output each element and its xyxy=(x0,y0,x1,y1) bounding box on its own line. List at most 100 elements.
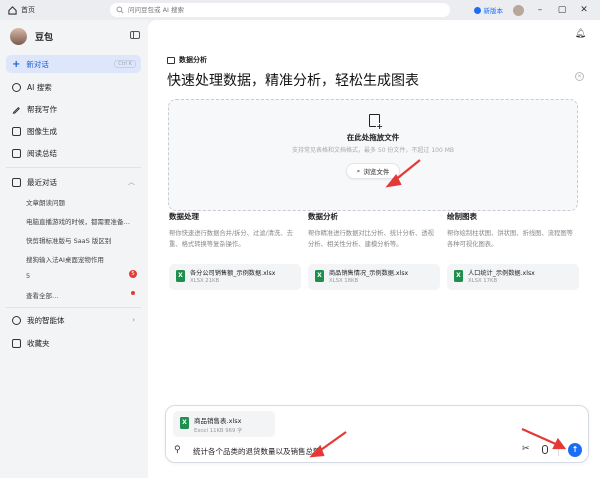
divider xyxy=(6,167,141,168)
sample-file-card[interactable]: X 人口统计_示例数据.xlsx XLSX 17KB xyxy=(447,264,579,290)
brand: 豆包 xyxy=(10,28,53,45)
new-chat-label: 新对话 xyxy=(26,59,49,69)
search-icon xyxy=(12,82,21,92)
sample-file-meta: XLSX 17KB xyxy=(468,278,498,284)
page-title: 快速处理数据，精准分析，轻松生成图表 xyxy=(167,73,419,89)
sidebar-item-my-agents[interactable]: 我的智能体 › xyxy=(6,311,141,329)
feature-desc: 帮你快速进行数据合并/拆分、过滤/清洗、去重、格式转换等复杂操作。 xyxy=(169,230,293,248)
message-composer: X 商品销售表.xlsx Excel 11KB 969 字 ⚲ 统计各个品类的退… xyxy=(165,405,589,463)
notification-dot xyxy=(131,291,135,295)
sidebar: 豆包 + 新对话 Ctrl K AI 搜索 帮我写作 图像生成 阅读总结 最近对… xyxy=(0,20,148,478)
section-label: 数据分析 xyxy=(167,55,207,65)
recent-chats-header[interactable]: 最近对话 ︿ xyxy=(6,173,141,191)
sidebar-item-label: AI 搜索 xyxy=(27,82,52,92)
upload-file-icon xyxy=(369,114,383,131)
sample-file-meta: XLSX 21KB xyxy=(190,278,220,284)
shortcut-hint: Ctrl K xyxy=(114,60,136,68)
new-version-button[interactable]: 新版本 xyxy=(473,5,504,15)
attached-file-name: 商品销售表.xlsx xyxy=(194,417,242,425)
divider xyxy=(6,307,141,308)
chat-bubble-icon xyxy=(12,177,21,187)
attach-icon[interactable]: ⚲ xyxy=(174,445,181,455)
sidebar-item-writing[interactable]: 帮我写作 xyxy=(6,100,141,118)
excel-icon: X xyxy=(180,417,189,429)
sidebar-item-label: 帮我写作 xyxy=(27,104,57,114)
chart-icon xyxy=(167,56,175,64)
maximize-icon[interactable]: ▢ xyxy=(556,5,568,15)
scissors-icon[interactable]: ✂ xyxy=(522,444,530,454)
chevron-up-icon: ︿ xyxy=(128,178,135,186)
sidebar-item-label: 我的智能体 xyxy=(27,315,65,325)
sidebar-item-label: 收藏夹 xyxy=(27,338,50,348)
excel-icon: X xyxy=(315,270,324,282)
brand-name: 豆包 xyxy=(35,33,54,43)
sample-file-meta: XLSX 18KB xyxy=(329,278,359,284)
feature-title: 数据分析 xyxy=(308,212,338,221)
feature-title: 数据处理 xyxy=(169,212,199,221)
feature-column: 数据分析 帮你精准进行数据对比分析、统计分析、透视分析、相关性分析、建模分析等。 xyxy=(308,211,440,250)
dropzone-title: 在此处拖放文件 xyxy=(346,133,400,142)
excel-icon: X xyxy=(176,270,185,282)
history-item[interactable]: 快剪辑标准版与 SaaS 版区别 xyxy=(26,235,138,245)
sidebar-item-label: 阅读总结 xyxy=(27,148,57,158)
browse-files-label: 浏览文件 xyxy=(363,168,390,176)
doubao-logo xyxy=(10,28,27,45)
paperclip-icon: ⌕ xyxy=(356,166,361,175)
file-dropzone[interactable]: 在此处拖放文件 支持常见表格和文档格式，最多 50 份文件，不超过 100 MB… xyxy=(168,99,578,211)
dropzone-subtitle: 支持常见表格和文档格式，最多 50 份文件，不超过 100 MB xyxy=(291,147,454,154)
close-icon[interactable]: ✕ xyxy=(575,72,584,81)
user-avatar[interactable] xyxy=(513,4,524,16)
home-tab-label: 首页 xyxy=(21,6,35,14)
unread-badge: 5 xyxy=(129,270,137,278)
title-bar: 首页 新版本 – ▢ ✕ xyxy=(0,0,600,20)
history-item[interactable]: 搜狗输入法AI桌面宠物作用 xyxy=(26,254,138,264)
feature-desc: 帮你绘制柱状图、饼状图、折线图、流程图等各种可视化图表。 xyxy=(447,230,573,248)
home-icon xyxy=(8,5,17,15)
main-panel: 🔔︎ 数据分析 快速处理数据，精准分析，轻松生成图表 ✕ 在此处拖放文件 支持常… xyxy=(148,20,600,478)
chevron-right-icon: › xyxy=(132,316,135,324)
minimize-icon[interactable]: – xyxy=(534,5,546,15)
sidebar-item-label: 图像生成 xyxy=(27,126,57,136)
feature-column: 数据处理 帮你快速进行数据合并/拆分、过滤/清洗、去重、格式转换等复杂操作。 xyxy=(169,211,301,250)
pen-icon xyxy=(12,105,21,114)
search-icon xyxy=(116,6,124,14)
history-item[interactable]: 电脑直播游戏的时候，都需要准备… xyxy=(26,216,138,226)
recent-title: 最近对话 xyxy=(27,177,57,187)
feature-desc: 帮你精准进行数据对比分析、统计分析、透视分析、相关性分析、建模分析等。 xyxy=(308,230,434,248)
history-item[interactable]: 5 xyxy=(26,272,138,280)
close-window-icon[interactable]: ✕ xyxy=(578,5,590,15)
sample-file-name: 商品销售情况_示例数据.xlsx xyxy=(329,270,409,277)
new-chat-button[interactable]: + 新对话 Ctrl K xyxy=(6,55,141,73)
sample-file-name: 人口统计_示例数据.xlsx xyxy=(468,270,535,277)
sidebar-item-image-gen[interactable]: 图像生成 xyxy=(6,122,141,140)
plus-icon: + xyxy=(12,58,21,70)
view-all-link[interactable]: 查看全部… xyxy=(26,290,138,300)
sample-file-card[interactable]: X 商品销售情况_示例数据.xlsx XLSX 18KB xyxy=(308,264,440,290)
sidebar-item-read-summary[interactable]: 阅读总结 xyxy=(6,144,141,162)
attached-file-card[interactable]: X 商品销售表.xlsx Excel 11KB 969 字 xyxy=(173,411,275,437)
excel-icon: X xyxy=(454,270,463,282)
history-item[interactable]: 文章朗读问题 xyxy=(26,197,138,207)
search-input[interactable] xyxy=(128,6,428,14)
divider xyxy=(558,444,559,456)
book-icon xyxy=(12,148,21,158)
microphone-icon[interactable] xyxy=(542,445,548,454)
feature-column: 绘制图表 帮你绘制柱状图、饼状图、折线图、流程图等各种可视化图表。 xyxy=(447,211,579,250)
sidebar-item-favorites[interactable]: 收藏夹 xyxy=(6,334,141,352)
sidebar-item-ai-search[interactable]: AI 搜索 xyxy=(6,78,141,96)
feature-title: 绘制图表 xyxy=(447,212,477,221)
sample-file-card[interactable]: X 各分公司销售额_示例数据.xlsx XLSX 21KB xyxy=(169,264,301,290)
browse-files-button[interactable]: ⌕ 浏览文件 xyxy=(346,163,400,179)
section-label-text: 数据分析 xyxy=(179,56,207,64)
bell-icon[interactable]: 🔔︎ xyxy=(575,29,586,39)
bookmark-icon xyxy=(12,338,21,348)
prompt-input[interactable]: 统计各个品类的退货数量以及销售总额 xyxy=(193,446,321,457)
global-search[interactable] xyxy=(110,3,450,17)
sample-file-name: 各分公司销售额_示例数据.xlsx xyxy=(190,270,276,277)
collapse-sidebar-icon[interactable] xyxy=(130,31,140,39)
attached-file-meta: Excel 11KB 969 字 xyxy=(194,428,243,434)
send-button[interactable]: ↑ xyxy=(568,443,582,457)
new-version-label: 新版本 xyxy=(483,7,504,15)
home-tab[interactable]: 首页 xyxy=(0,5,110,15)
update-icon xyxy=(473,6,481,14)
